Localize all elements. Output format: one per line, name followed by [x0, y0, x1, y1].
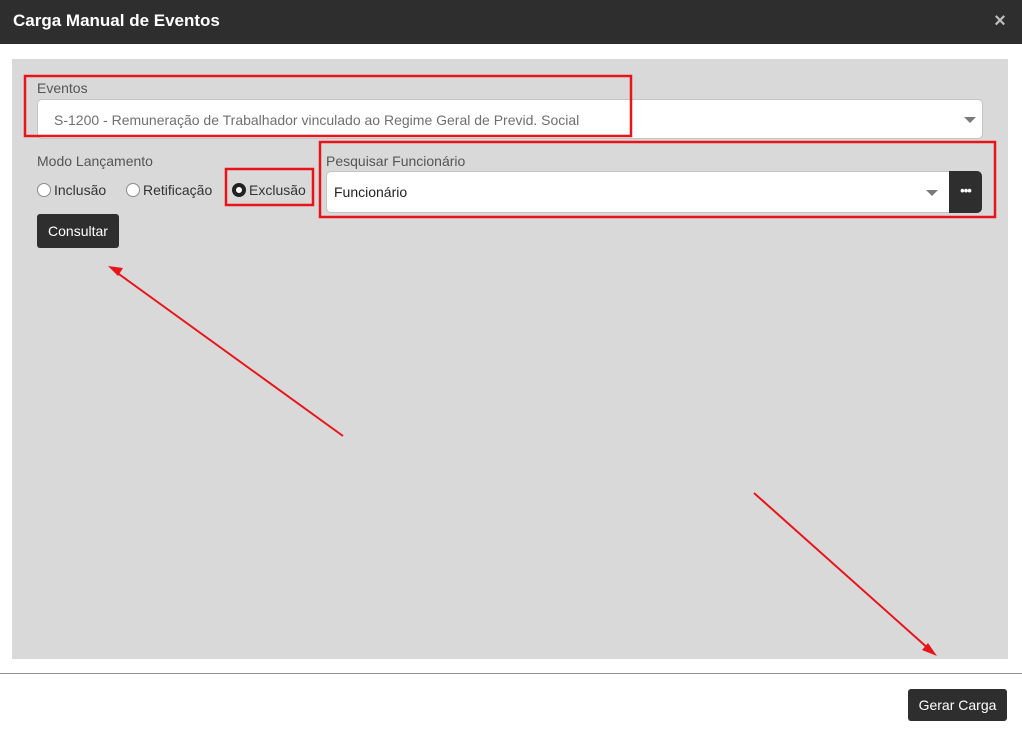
eventos-select[interactable]: S-1200 - Remuneração de Trabalhador vinc… [37, 99, 983, 139]
gerar-carga-button[interactable]: Gerar Carga [908, 689, 1007, 721]
radio-retificacao[interactable]: Retificação [126, 180, 216, 200]
funcionario-select[interactable]: Funcionário ••• [326, 171, 982, 213]
modal-header: Carga Manual de Eventos × [0, 0, 1022, 44]
radio-exclusao[interactable]: Exclusão [232, 180, 312, 200]
modal-title: Carga Manual de Eventos [13, 11, 220, 30]
modo-lancamento-radio-group: Inclusão Retificação Exclusão [37, 180, 317, 200]
footer-divider [0, 673, 1022, 674]
ellipsis-icon[interactable]: ••• [949, 171, 982, 213]
eventos-label: Eventos [37, 80, 88, 96]
chevron-down-icon [964, 117, 976, 123]
radio-retificacao-circle[interactable] [126, 183, 140, 197]
close-icon[interactable]: × [992, 11, 1008, 31]
modal-body: Eventos S-1200 - Remuneração de Trabalha… [12, 59, 1008, 659]
consultar-button[interactable]: Consultar [37, 214, 119, 248]
chevron-down-icon [926, 190, 938, 196]
pesquisar-funcionario-label: Pesquisar Funcionário [326, 153, 466, 169]
radio-inclusao-label: Inclusão [54, 182, 107, 198]
radio-inclusao[interactable]: Inclusão [37, 180, 109, 200]
eventos-select-value: S-1200 - Remuneração de Trabalhador vinc… [54, 112, 580, 128]
radio-retificacao-label: Retificação [143, 182, 213, 198]
carga-manual-modal: Carga Manual de Eventos × Eventos S-1200… [0, 0, 1022, 734]
radio-inclusao-circle[interactable] [37, 183, 51, 197]
radio-exclusao-circle[interactable] [232, 183, 246, 197]
modo-lancamento-label: Modo Lançamento [37, 153, 153, 169]
funcionario-select-value: Funcionário [334, 184, 408, 200]
radio-exclusao-label: Exclusão [249, 182, 306, 198]
